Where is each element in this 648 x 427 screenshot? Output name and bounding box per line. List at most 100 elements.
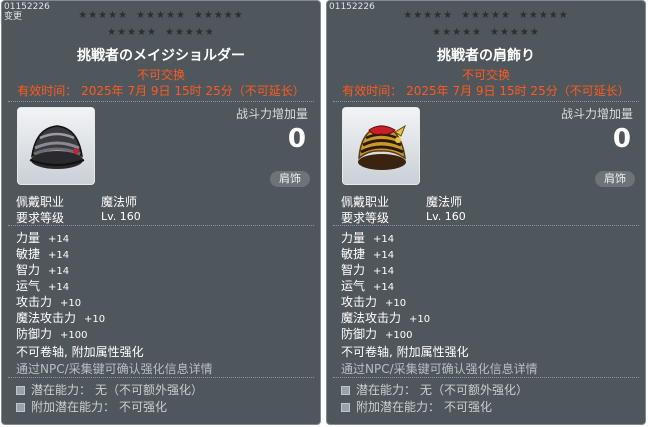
stat-value: +14 <box>373 282 395 293</box>
additional-potential-label: 附加潜在能力： <box>31 400 116 414</box>
star-force-row-2: ★★★★★ ★★★★★ <box>2 27 320 39</box>
stat-value: +100 <box>385 330 413 341</box>
stat-value: +14 <box>373 250 395 261</box>
item-tooltip-left: 01152226 变更 ★★★★★ ★★★★★ ★★★★★ ★★★★★ ★★★★★ 挑… <box>1 0 321 425</box>
expiry-time: 有效时间： 2025年 7月 9日 15时 25分（不可延长） <box>17 84 305 98</box>
star-group: ★★★★★ <box>518 10 569 21</box>
stat-line: 攻击力 +10 <box>16 293 81 310</box>
stat-name: 运气 <box>341 279 366 293</box>
divider <box>333 101 639 102</box>
job-value: 魔法师 <box>426 195 463 209</box>
job-value: 魔法师 <box>101 195 138 209</box>
gold-red-shoulder-icon <box>358 124 407 170</box>
combat-power-label: 战斗力增加量 <box>560 107 633 121</box>
divider <box>333 377 639 378</box>
potential-line: 潜在能力： 无（不可额外强化） <box>16 381 203 398</box>
stat-name: 防御力 <box>341 327 378 341</box>
stat-line: 防御力 +100 <box>341 325 412 342</box>
stat-name: 魔法攻击力 <box>16 311 77 325</box>
stat-line: 智力 +14 <box>16 261 69 278</box>
trade-restriction: 不可交换 <box>136 68 185 82</box>
stat-name: 敏捷 <box>341 247 366 261</box>
potential-value: 无（不可额外强化） <box>95 383 204 397</box>
stat-name: 力量 <box>16 231 41 245</box>
stat-name: 魔法攻击力 <box>341 311 402 325</box>
enhance-hint: 通过NPC/采集键可确认强化信息详情 <box>341 362 538 376</box>
stat-value: +14 <box>48 266 70 277</box>
stat-line: 力量 +14 <box>341 229 394 246</box>
combat-power-label: 战斗力增加量 <box>235 107 308 121</box>
expiry-time: 有效时间： 2025年 7月 9日 15时 25分（不可延长） <box>342 84 630 98</box>
additional-potential-value: 不可强化 <box>444 400 493 414</box>
stat-name: 运气 <box>16 279 41 293</box>
job-label: 佩戴职业 <box>16 195 65 209</box>
star-group: ★★★★★ <box>165 27 215 38</box>
star-group: ★★★★★ <box>490 27 540 38</box>
stat-line: 智力 +14 <box>341 261 394 278</box>
stat-name: 攻击力 <box>16 295 53 309</box>
stat-line: 力量 +14 <box>16 229 69 246</box>
star-force-row-1: ★★★★★ ★★★★★ ★★★★★ <box>327 10 645 22</box>
stat-value: +10 <box>84 314 106 325</box>
additional-potential-icon <box>16 403 25 412</box>
stat-line: 运气 +14 <box>341 277 394 294</box>
stat-value: +14 <box>373 234 395 245</box>
level-label: 要求等级 <box>16 211 65 225</box>
trade-restriction: 不可交换 <box>461 68 510 82</box>
black-mage-shoulder-icon <box>29 125 85 169</box>
level-label: 要求等级 <box>341 211 390 225</box>
combat-power-value: 0 <box>287 124 306 154</box>
stat-value: +10 <box>385 298 407 309</box>
potential-value: 无（不可额外强化） <box>420 383 529 397</box>
stat-name: 智力 <box>341 263 366 277</box>
star-group: ★★★★★ <box>403 10 454 21</box>
potential-icon <box>16 386 25 395</box>
potential-label: 潜在能力： <box>356 383 417 397</box>
stat-name: 攻击力 <box>341 295 378 309</box>
level-value: Lv. 160 <box>426 210 466 223</box>
divider <box>333 225 639 226</box>
potential-icon <box>341 386 350 395</box>
additional-potential-icon <box>341 403 350 412</box>
star-group: ★★★★★ <box>461 10 511 21</box>
enhance-hint: 通过NPC/采集键可确认强化信息详情 <box>16 362 213 376</box>
stat-line: 敏捷 +14 <box>341 245 394 262</box>
stat-line: 敏捷 +14 <box>16 245 69 262</box>
divider <box>8 101 314 102</box>
stat-value: +14 <box>48 282 70 293</box>
stat-name: 防御力 <box>16 327 53 341</box>
stat-value: +100 <box>60 330 88 341</box>
equip-slot-badge: 肩饰 <box>595 171 635 187</box>
equip-slot-badge: 肩饰 <box>270 171 310 187</box>
enhance-note: 不可卷轴, 附加属性强化 <box>341 345 469 359</box>
star-group: ★★★★★ <box>107 27 157 38</box>
stat-line: 攻击力 +10 <box>341 293 406 310</box>
item-title: 挑戦者の肩飾り <box>437 48 535 64</box>
stat-name: 敏捷 <box>16 247 41 261</box>
stat-value: +14 <box>373 266 395 277</box>
level-value: Lv. 160 <box>101 210 141 223</box>
job-label: 佩戴职业 <box>341 195 390 209</box>
stat-line: 魔法攻击力 +10 <box>341 309 430 326</box>
star-force-row-1: ★★★★★ ★★★★★ ★★★★★ <box>2 10 320 22</box>
item-title: 挑戦者のメイジショルダー <box>77 48 245 64</box>
item-icon-frame <box>17 107 95 185</box>
stat-line: 防御力 +100 <box>16 325 87 342</box>
stat-line: 魔法攻击力 +10 <box>16 309 105 326</box>
star-group: ★★★★★ <box>432 27 482 38</box>
stat-value: +14 <box>48 234 70 245</box>
star-force-row-2: ★★★★★ ★★★★★ <box>327 27 645 39</box>
item-icon-frame <box>342 107 420 185</box>
item-tooltip-right: 01152226 ★★★★★ ★★★★★ ★★★★★ ★★★★★ ★★★★★ 挑戦者の… <box>326 0 646 425</box>
additional-potential-line: 附加潜在能力： 不可强化 <box>16 398 167 415</box>
potential-label: 潜在能力： <box>31 383 92 397</box>
divider <box>8 225 314 226</box>
enhance-note: 不可卷轴, 附加属性强化 <box>16 345 144 359</box>
stat-value: +14 <box>48 250 70 261</box>
star-group: ★★★★★ <box>78 10 129 21</box>
stat-value: +10 <box>409 314 431 325</box>
stat-name: 智力 <box>16 263 41 277</box>
stat-value: +10 <box>60 298 82 309</box>
additional-potential-value: 不可强化 <box>119 400 168 414</box>
stat-name: 力量 <box>341 231 366 245</box>
